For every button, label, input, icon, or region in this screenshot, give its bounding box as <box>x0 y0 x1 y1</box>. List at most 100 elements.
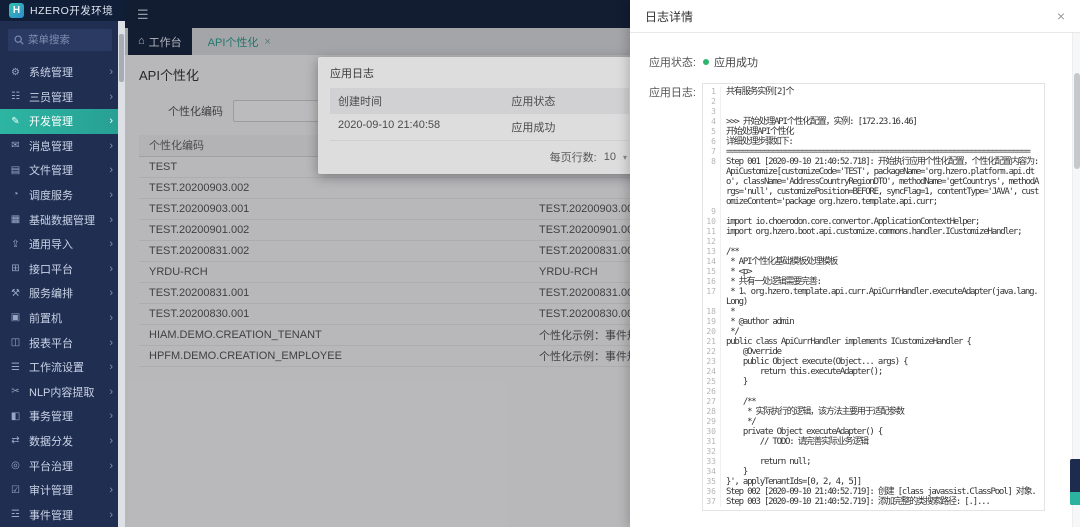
chevron-right-icon: › <box>109 484 113 496</box>
menu-item-label: 事件管理 <box>29 507 109 523</box>
chevron-right-icon: › <box>109 509 113 521</box>
menu-search-box[interactable] <box>8 29 112 51</box>
line-number: 19 <box>703 317 721 327</box>
sidebar-menu-item[interactable]: ☲ 事件管理 › <box>0 502 125 527</box>
line-number: 5 <box>703 127 721 137</box>
drawer-scrollbar[interactable] <box>1072 33 1080 527</box>
line-text: 开始处理API个性化 <box>726 127 1040 137</box>
sidebar-menu-item[interactable]: ▦ 基础数据管理 › <box>0 207 125 232</box>
line-text: /** <box>726 247 1040 257</box>
line-text: 详细处理步骤如下: <box>726 137 1040 147</box>
line-text: * 共有一处逻辑需要完善: <box>726 277 1040 287</box>
line-number: 17 <box>703 287 721 307</box>
line-text: }', applyTenantIds=[0, 2, 4, 5]] <box>726 477 1040 487</box>
sidebar-menu-item[interactable]: ⇄ 数据分发 › <box>0 429 125 454</box>
line-text: // TODO: 请完善实际业务逻辑 <box>726 437 1040 447</box>
log-line: 33 return null; <box>703 457 1040 467</box>
sidebar-menu-item[interactable]: ◧ 事务管理 › <box>0 404 125 429</box>
sidebar-menu-item[interactable]: ☰ 工作流设置 › <box>0 355 125 380</box>
apply-status-label: 应用状态: <box>630 53 696 70</box>
menu-item-icon: ☑ <box>9 485 22 496</box>
menu-item-icon: ◧ <box>9 411 22 422</box>
line-text <box>726 97 1040 107</box>
menu-item-icon: ☰ <box>9 362 22 373</box>
sidebar-menu-item[interactable]: ◫ 报表平台 › <box>0 330 125 355</box>
line-text <box>726 237 1040 247</box>
apply-log-label: 应用日志: <box>630 83 696 511</box>
sidebar: H HZERO开发环境 ⚙ 系统管理 › <box>0 0 125 527</box>
menu-item-label: 审计管理 <box>29 482 109 498</box>
menu-item-icon: ⚒ <box>9 288 22 299</box>
search-icon <box>14 35 24 45</box>
sidebar-menu-item[interactable]: ✉ 消息管理 › <box>0 134 125 159</box>
sidebar-menu-item[interactable]: ⚒ 服务编排 › <box>0 281 125 306</box>
menu-item-icon: ▤ <box>9 165 22 176</box>
log-line: 36Step 002 [2020-09-10 21:40:52.719]: 创建… <box>703 487 1040 497</box>
log-line: 23 public Object execute(Object... args)… <box>703 357 1040 367</box>
line-number: 11 <box>703 227 721 237</box>
sidebar-menu-item[interactable]: ☷ 三员管理 › <box>0 84 125 109</box>
line-text: * 实际执行的逻辑，该方法主要用于适配参数 <box>726 407 1040 417</box>
log-line: 32 <box>703 447 1040 457</box>
floating-widget-button[interactable] <box>1070 459 1080 505</box>
line-number: 35 <box>703 477 721 487</box>
sidebar-menu-item[interactable]: ◔ 调度服务 › <box>0 183 125 208</box>
line-number: 12 <box>703 237 721 247</box>
drawer-scrollbar-thumb[interactable] <box>1074 73 1080 169</box>
logo-bar: H HZERO开发环境 <box>0 0 125 21</box>
menu-item-icon: ▦ <box>9 214 22 225</box>
log-line: 13 /** <box>703 247 1040 257</box>
sidebar-menu-item[interactable]: ◎ 平台治理 › <box>0 453 125 478</box>
log-line: 6详细处理步骤如下: <box>703 137 1040 147</box>
log-line: 25 } <box>703 377 1040 387</box>
line-text: */ <box>726 327 1040 337</box>
log-line: 21public class ApiCurrHandler implements… <box>703 337 1040 347</box>
close-icon[interactable]: × <box>1057 9 1065 23</box>
chevron-right-icon: › <box>109 410 113 422</box>
line-number: 30 <box>703 427 721 437</box>
log-line: 1共有服务实例[2]个 <box>703 87 1040 97</box>
line-number: 31 <box>703 437 721 447</box>
sidebar-menu-item[interactable]: ☑ 审计管理 › <box>0 478 125 503</box>
line-number: 9 <box>703 207 721 217</box>
line-number: 29 <box>703 417 721 427</box>
apply-status-row: 应用状态: 应用成功 <box>630 53 1080 70</box>
menu-item-icon: ⇪ <box>9 239 22 250</box>
line-number: 13 <box>703 247 721 257</box>
line-number: 36 <box>703 487 721 497</box>
log-code-block[interactable]: 1共有服务实例[2]个 2 3 4>>> 开始处理API个性化配置，实例: [1… <box>702 83 1045 511</box>
line-text: ========================================… <box>726 147 1040 157</box>
menu-item-label: 数据分发 <box>29 433 109 449</box>
apply-status-value: 应用成功 <box>714 54 758 70</box>
sidebar-menu-item[interactable]: ⚙ 系统管理 › <box>0 60 125 85</box>
sidebar-scrollbar[interactable] <box>118 21 125 527</box>
line-text <box>726 387 1040 397</box>
log-line: 24 return this.executeAdapter(); <box>703 367 1040 377</box>
menu-search-input[interactable] <box>28 34 106 46</box>
sidebar-menu-item[interactable]: ✂ NLP内容提取 › <box>0 379 125 404</box>
menu-item-icon: ✎ <box>9 116 22 127</box>
menu-item-label: 三员管理 <box>29 89 109 105</box>
sidebar-menu-item[interactable]: ▤ 文件管理 › <box>0 158 125 183</box>
menu-item-label: 接口平台 <box>29 261 109 277</box>
sidebar-menu-item[interactable]: ✎ 开发管理 › <box>0 109 125 134</box>
menu-item-icon: ◫ <box>9 337 22 348</box>
log-line: 34 } <box>703 467 1040 477</box>
log-line: 2 <box>703 97 1040 107</box>
line-number: 34 <box>703 467 721 477</box>
line-text: * <p> <box>726 267 1040 277</box>
log-line: 14 * API个性化基础模板处理模板 <box>703 257 1040 267</box>
chevron-right-icon: › <box>109 361 113 373</box>
line-text: public class ApiCurrHandler implements I… <box>726 337 1040 347</box>
sidebar-scrollbar-thumb[interactable] <box>119 34 124 82</box>
chevron-right-icon: › <box>109 66 113 78</box>
log-line: 16 * 共有一处逻辑需要完善: <box>703 277 1040 287</box>
log-line: 19 * @author admin <box>703 317 1040 327</box>
sidebar-menu-item[interactable]: ⇪ 通用导入 › <box>0 232 125 257</box>
line-text: return null; <box>726 457 1040 467</box>
line-text: * @author admin <box>726 317 1040 327</box>
sidebar-menu-item[interactable]: ▣ 前置机 › <box>0 306 125 331</box>
log-line: 26 <box>703 387 1040 397</box>
line-number: 10 <box>703 217 721 227</box>
sidebar-menu-item[interactable]: ⊞ 接口平台 › <box>0 256 125 281</box>
